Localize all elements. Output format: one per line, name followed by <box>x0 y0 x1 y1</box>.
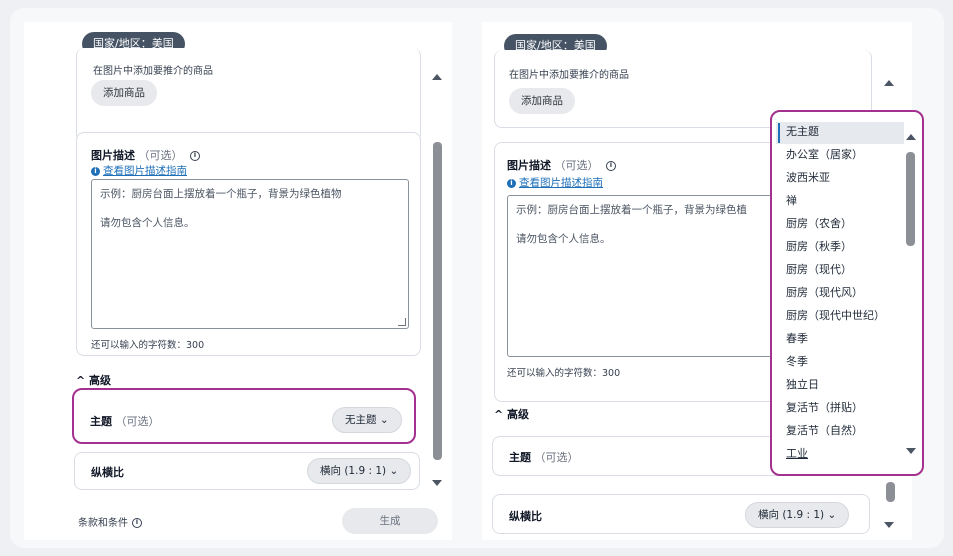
product-card: 在图片中添加要推介的商品 添加商品 <box>76 48 421 142</box>
description-guide-link[interactable]: 查看图片描述指南 <box>103 165 187 177</box>
selected-option-indicator <box>778 123 780 143</box>
dropdown-option[interactable]: 厨房（秋季） <box>786 237 852 257</box>
scrollbar-thumb[interactable] <box>433 142 442 460</box>
chevron-down-icon: ⌄ <box>827 509 837 521</box>
ratio-row: 纵横比 横向 (1.9 : 1) ⌄ <box>74 452 420 490</box>
scrollbar-thumb[interactable] <box>886 482 895 502</box>
scroll-down-icon[interactable] <box>884 522 894 528</box>
description-optional: （可选） <box>138 149 183 162</box>
add-product-button[interactable]: 添加商品 <box>91 80 157 106</box>
info-icon[interactable]: i <box>132 518 142 528</box>
scrollbar-thumb[interactable] <box>906 152 915 246</box>
dropdown-option[interactable]: 波西米亚 <box>786 168 830 188</box>
dropdown-option[interactable]: 复活节（拼贴） <box>786 398 863 418</box>
scroll-up-icon[interactable] <box>906 134 916 140</box>
chevron-down-icon: ⌄ <box>389 465 399 477</box>
description-textarea[interactable]: 示例：厨房台面上摆放着一个瓶子，背景为绿色植物 请勿包含个人信息。 <box>91 179 409 329</box>
dropdown-option[interactable]: 无主题 <box>786 122 819 142</box>
dropdown-option[interactable]: 厨房（现代中世纪） <box>786 306 885 326</box>
advanced-label: 高级 <box>507 408 530 421</box>
ratio-select-value: 横向 (1.9 : 1) <box>320 465 387 477</box>
description-card: 图片描述 （可选） i i 查看图片描述指南 示例：厨房台面上摆放着一个瓶子，背景… <box>76 132 421 356</box>
generate-button[interactable]: 生成 <box>342 508 438 534</box>
description-guide-link[interactable]: 查看图片描述指南 <box>519 177 603 189</box>
description-label: 图片描述 <box>91 149 135 162</box>
theme-dropdown-list: 无主题 办公室（居家） 波西米亚 禅 厨房（农舍） 厨房（秋季） 厨房（现代） … <box>770 110 924 476</box>
char-count: 还可以输入的字符数：300 <box>91 340 205 351</box>
dropdown-option[interactable]: 办公室（居家） <box>786 145 863 165</box>
dropdown-option[interactable]: 厨房（农舍） <box>786 214 852 234</box>
description-label-row: 图片描述 （可选） i <box>507 157 616 173</box>
chevron-up-icon: ^ <box>494 408 508 421</box>
dropdown-option[interactable]: 春季 <box>786 329 808 349</box>
char-count: 还可以输入的字符数：300 <box>507 368 621 379</box>
ratio-row: 纵横比 横向 (1.9 : 1) ⌄ <box>492 494 870 534</box>
info-icon[interactable]: i <box>606 161 616 171</box>
textarea-placeholder-example: 示例：厨房台面上摆放着一个瓶子，背景为绿色植物 <box>100 188 342 200</box>
textarea-placeholder-privacy: 请勿包含个人信息。 <box>100 217 195 229</box>
ratio-label: 纵横比 <box>91 466 124 479</box>
add-product-button[interactable]: 添加商品 <box>509 88 575 114</box>
left-panel: 国家/地区：美国 在图片中添加要推介的商品 添加商品 图片描述 （可选） i i… <box>24 22 452 540</box>
scroll-up-icon[interactable] <box>432 74 442 80</box>
resize-grip-icon[interactable] <box>398 318 406 326</box>
ratio-select[interactable]: 横向 (1.9 : 1) ⌄ <box>745 502 850 528</box>
info-icon[interactable]: i <box>190 151 200 161</box>
description-label-row: 图片描述 （可选） i <box>91 147 200 163</box>
advanced-toggle[interactable]: ^ 高级 <box>76 372 111 388</box>
scroll-down-icon[interactable] <box>906 448 916 454</box>
dropdown-option[interactable]: 工业 <box>786 444 808 464</box>
ratio-select-value: 横向 (1.9 : 1) <box>758 509 825 521</box>
add-product-hint: 在图片中添加要推介的商品 <box>509 70 629 81</box>
dropdown-option[interactable]: 禅 <box>786 191 797 211</box>
terms-label[interactable]: 条款和条件 <box>78 518 128 529</box>
scroll-down-icon[interactable] <box>432 480 442 486</box>
guide-link-row[interactable]: i 查看图片描述指南 <box>91 163 187 178</box>
chevron-up-icon: ^ <box>76 374 90 387</box>
info-filled-icon: i <box>507 178 516 188</box>
terms-row[interactable]: 条款和条件 i <box>78 514 142 529</box>
theme-highlight <box>72 388 416 444</box>
scroll-up-icon[interactable] <box>884 80 894 86</box>
ratio-label: 纵横比 <box>509 510 542 523</box>
dropdown-option[interactable]: 厨房（现代风） <box>786 283 863 303</box>
dropdown-option[interactable]: 冬季 <box>786 352 808 372</box>
advanced-toggle[interactable]: ^ 高级 <box>494 406 529 422</box>
add-product-hint: 在图片中添加要推介的商品 <box>93 66 213 77</box>
dropdown-option[interactable]: 复活节（自然） <box>786 421 863 441</box>
ratio-select[interactable]: 横向 (1.9 : 1) ⌄ <box>307 458 412 484</box>
guide-link-row[interactable]: i 查看图片描述指南 <box>507 175 603 190</box>
theme-label-group: 主题 （可选） <box>509 449 579 465</box>
info-filled-icon: i <box>91 166 100 176</box>
description-label: 图片描述 <box>507 159 551 172</box>
dropdown-option[interactable]: 厨房（现代） <box>786 260 852 280</box>
description-optional: （可选） <box>554 159 599 172</box>
dropdown-option[interactable]: 独立日 <box>786 375 819 395</box>
theme-optional: （可选） <box>534 451 579 464</box>
theme-label: 主题 <box>509 451 531 464</box>
advanced-label: 高级 <box>89 374 112 387</box>
